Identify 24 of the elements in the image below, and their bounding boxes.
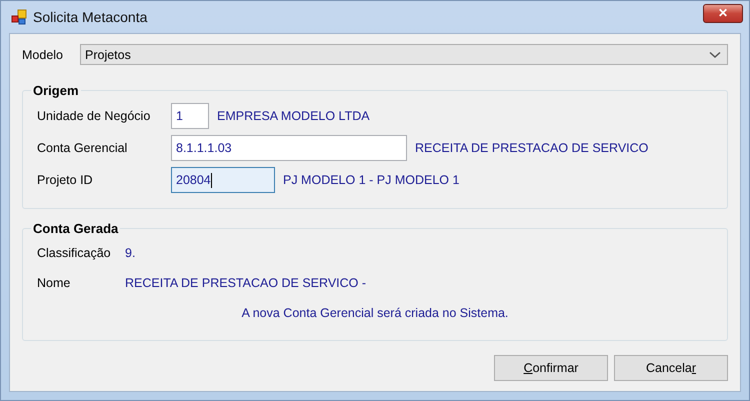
group-title: Conta Gerada xyxy=(32,221,120,236)
dialog-button[interactable]: Confirmar xyxy=(494,355,608,381)
field-label: Projeto ID xyxy=(37,173,94,187)
field-label: Conta Gerencial xyxy=(37,141,128,155)
info-message: A nova Conta Gerencial será criada no Sistema. xyxy=(242,306,508,320)
field-description: RECEITA DE PRESTACAO DE SERVICO xyxy=(415,141,648,155)
input-field[interactable]: 20804 xyxy=(171,167,275,193)
window-title: Solicita Metaconta xyxy=(33,9,148,25)
field-label: Classificação xyxy=(37,246,112,260)
field-label: Nome xyxy=(37,276,72,290)
model-dropdown[interactable]: Projetos xyxy=(80,44,728,65)
field-description: EMPRESA MODELO LTDA xyxy=(217,109,370,123)
dialog-button[interactable]: Cancelar xyxy=(614,355,728,381)
field-description: PJ MODELO 1 - PJ MODELO 1 xyxy=(283,173,460,187)
field-label: Modelo xyxy=(22,48,64,62)
close-button[interactable]: ✕ xyxy=(703,4,743,22)
input-field[interactable]: 1 xyxy=(171,103,209,129)
field-label: Unidade de Negócio xyxy=(37,109,152,123)
app-icon xyxy=(11,9,27,25)
group-title: Origem xyxy=(32,83,80,98)
chevron-down-icon xyxy=(709,50,721,58)
input-field[interactable]: 8.1.1.1.03 xyxy=(171,135,407,161)
field-value: RECEITA DE PRESTACAO DE SERVICO - xyxy=(125,276,366,290)
field-value: 9. xyxy=(125,246,136,260)
